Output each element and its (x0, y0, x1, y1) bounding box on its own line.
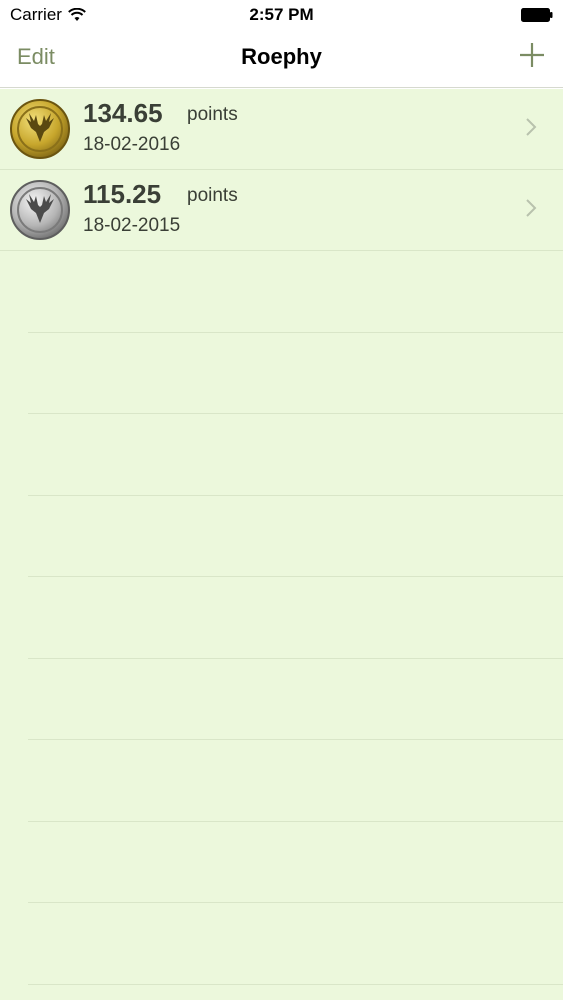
page-title: Roephy (241, 44, 322, 69)
trophy-list: 134.65 points 18-02-2016 115.25 points 1… (0, 89, 563, 1000)
gold-deer-medal-icon (10, 99, 70, 159)
status-time: 2:57 PM (249, 5, 314, 24)
silver-deer-medal-icon (10, 180, 70, 240)
empty-row (28, 822, 563, 903)
trophy-score: 115.25 (83, 179, 162, 209)
empty-row (28, 251, 563, 333)
navigation-bar: Edit Roephy (0, 30, 563, 88)
trophy-row[interactable]: 115.25 points 18-02-2015 (0, 170, 563, 251)
trophy-score: 134.65 (83, 98, 163, 128)
trophy-date: 18-02-2016 (83, 134, 181, 155)
empty-row (28, 903, 563, 985)
empty-row (28, 577, 563, 659)
empty-row (28, 414, 563, 496)
empty-row (28, 659, 563, 740)
empty-row (28, 333, 563, 414)
empty-row (28, 740, 563, 822)
chevron-right-icon (526, 118, 537, 136)
empty-row (28, 496, 563, 577)
trophy-row[interactable]: 134.65 points 18-02-2016 (0, 89, 563, 170)
plus-icon[interactable] (517, 40, 547, 70)
status-bar: Carrier 2:57 PM (0, 0, 563, 30)
trophy-unit: points (187, 104, 238, 125)
trophy-unit: points (187, 185, 238, 206)
trophy-date: 18-02-2015 (83, 215, 181, 236)
battery-icon (521, 8, 553, 22)
chevron-right-icon (526, 199, 537, 217)
